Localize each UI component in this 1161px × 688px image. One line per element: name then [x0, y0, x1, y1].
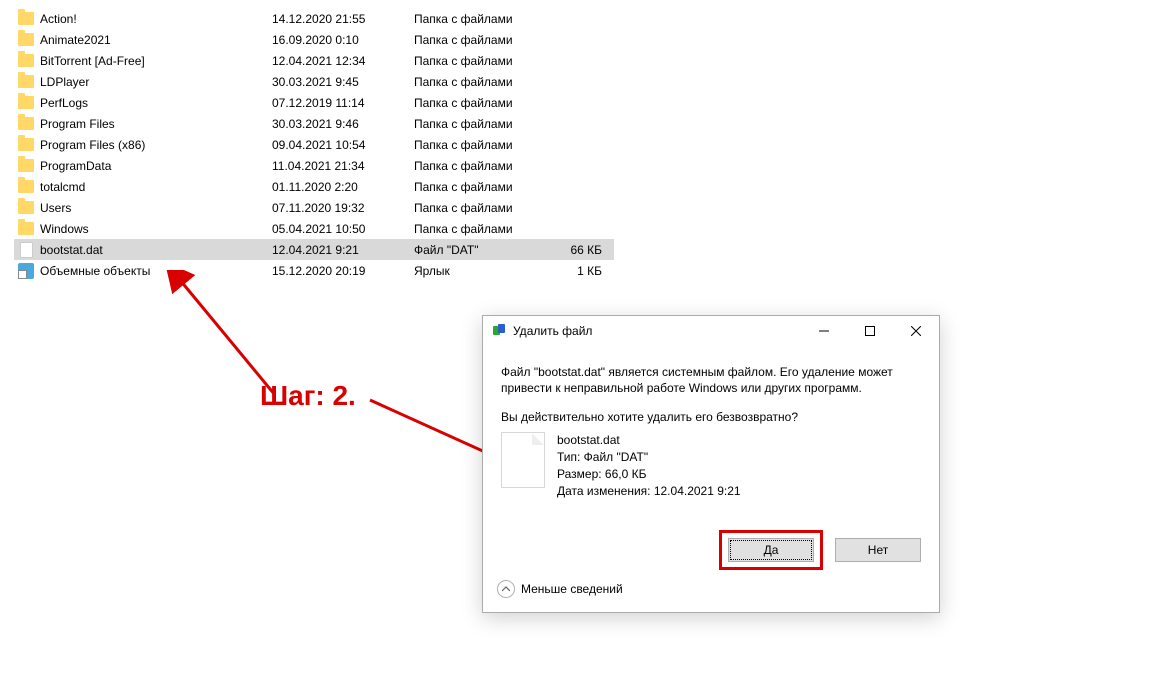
- file-name-cell: ProgramData: [36, 159, 272, 173]
- dialog-titlebar[interactable]: Удалить файл: [483, 316, 939, 346]
- file-type-cell: Папка с файлами: [414, 75, 554, 89]
- file-type-cell: Ярлык: [414, 264, 554, 278]
- file-icon: [20, 242, 33, 258]
- file-row[interactable]: Program Files30.03.2021 9:46Папка с файл…: [14, 113, 614, 134]
- detail-file-date: Дата изменения: 12.04.2021 9:21: [557, 483, 741, 500]
- file-type-cell: Папка с файлами: [414, 180, 554, 194]
- folder-icon: [18, 12, 34, 25]
- file-row[interactable]: BitTorrent [Ad-Free]12.04.2021 12:34Папк…: [14, 50, 614, 71]
- confirm-text: Вы действительно хотите удалить его безв…: [501, 410, 921, 424]
- warning-line1: Файл "bootstat.dat" является системным ф…: [501, 365, 893, 379]
- delete-file-dialog: Удалить файл Файл "bootstat.dat" являетс…: [482, 315, 940, 613]
- minimize-button[interactable]: [801, 316, 847, 346]
- file-date-cell: 11.04.2021 21:34: [272, 159, 414, 173]
- file-date-cell: 30.03.2021 9:46: [272, 117, 414, 131]
- file-type-cell: Папка с файлами: [414, 33, 554, 47]
- file-row[interactable]: Объемные объекты15.12.2020 20:19Ярлык1 К…: [14, 260, 614, 281]
- folder-icon: [18, 33, 34, 46]
- file-name-cell: Windows: [36, 222, 272, 236]
- file-date-cell: 12.04.2021 12:34: [272, 54, 414, 68]
- dialog-body: Файл "bootstat.dat" является системным ф…: [483, 346, 939, 500]
- file-name-cell: LDPlayer: [36, 75, 272, 89]
- highlight-box: Да: [719, 530, 823, 570]
- folder-icon: [18, 75, 34, 88]
- file-type-cell: Папка с файлами: [414, 12, 554, 26]
- shortcut-icon: [18, 263, 34, 279]
- maximize-button[interactable]: [847, 316, 893, 346]
- file-row[interactable]: ProgramData11.04.2021 21:34Папка с файла…: [14, 155, 614, 176]
- folder-icon: [18, 54, 34, 67]
- step-annotation: Шаг: 2.: [260, 380, 356, 412]
- file-size-cell: 1 КБ: [554, 264, 610, 278]
- file-name-cell: totalcmd: [36, 180, 272, 194]
- file-row[interactable]: Program Files (x86)09.04.2021 10:54Папка…: [14, 134, 614, 155]
- file-date-cell: 07.12.2019 11:14: [272, 96, 414, 110]
- file-date-cell: 15.12.2020 20:19: [272, 264, 414, 278]
- file-date-cell: 09.04.2021 10:54: [272, 138, 414, 152]
- file-type-cell: Папка с файлами: [414, 117, 554, 131]
- file-row[interactable]: Animate202116.09.2020 0:10Папка с файлам…: [14, 29, 614, 50]
- file-date-cell: 30.03.2021 9:45: [272, 75, 414, 89]
- dialog-title: Удалить файл: [513, 324, 801, 338]
- file-date-cell: 05.04.2021 10:50: [272, 222, 414, 236]
- file-row[interactable]: LDPlayer30.03.2021 9:45Папка с файлами: [14, 71, 614, 92]
- less-info-toggle[interactable]: Меньше сведений: [497, 580, 623, 598]
- file-date-cell: 12.04.2021 9:21: [272, 243, 414, 257]
- file-detail: bootstat.dat Тип: Файл "DAT" Размер: 66,…: [501, 432, 921, 499]
- file-type-cell: Папка с файлами: [414, 159, 554, 173]
- warning-text: Файл "bootstat.dat" является системным ф…: [501, 364, 921, 396]
- folder-icon: [18, 180, 34, 193]
- file-name-cell: Action!: [36, 12, 272, 26]
- folder-icon: [18, 96, 34, 109]
- file-type-cell: Файл "DAT": [414, 243, 554, 257]
- file-type-cell: Папка с файлами: [414, 138, 554, 152]
- file-name-cell: Program Files: [36, 117, 272, 131]
- file-row[interactable]: Action!14.12.2020 21:55Папка с файлами: [14, 8, 614, 29]
- folder-icon: [18, 159, 34, 172]
- yes-button[interactable]: Да: [728, 538, 814, 562]
- file-row[interactable]: Users07.11.2020 19:32Папка с файлами: [14, 197, 614, 218]
- file-name-cell: Program Files (x86): [36, 138, 272, 152]
- file-name-cell: PerfLogs: [36, 96, 272, 110]
- file-size-cell: 66 КБ: [554, 243, 610, 257]
- dialog-button-row: Да Нет: [719, 530, 921, 570]
- file-name-cell: Объемные объекты: [36, 264, 272, 278]
- folder-icon: [18, 201, 34, 214]
- file-row[interactable]: bootstat.dat12.04.2021 9:21Файл "DAT"66 …: [14, 239, 614, 260]
- detail-file-type: Тип: Файл "DAT": [557, 449, 741, 466]
- file-date-cell: 07.11.2020 19:32: [272, 201, 414, 215]
- file-name-cell: BitTorrent [Ad-Free]: [36, 54, 272, 68]
- dialog-app-icon: [491, 323, 507, 339]
- folder-icon: [18, 117, 34, 130]
- file-type-cell: Папка с файлами: [414, 222, 554, 236]
- file-name-cell: bootstat.dat: [36, 243, 272, 257]
- detail-file-size: Размер: 66,0 КБ: [557, 466, 741, 483]
- less-info-label: Меньше сведений: [521, 582, 623, 596]
- file-type-cell: Папка с файлами: [414, 96, 554, 110]
- file-thumbnail-icon: [501, 432, 545, 488]
- file-list: Action!14.12.2020 21:55Папка с файламиAn…: [14, 8, 614, 281]
- file-row[interactable]: PerfLogs07.12.2019 11:14Папка с файлами: [14, 92, 614, 113]
- file-type-cell: Папка с файлами: [414, 201, 554, 215]
- chevron-up-icon: [497, 580, 515, 598]
- folder-icon: [18, 222, 34, 235]
- file-date-cell: 14.12.2020 21:55: [272, 12, 414, 26]
- close-button[interactable]: [893, 316, 939, 346]
- detail-file-name: bootstat.dat: [557, 432, 741, 449]
- no-button[interactable]: Нет: [835, 538, 921, 562]
- file-name-cell: Animate2021: [36, 33, 272, 47]
- file-date-cell: 01.11.2020 2:20: [272, 180, 414, 194]
- file-row[interactable]: Windows05.04.2021 10:50Папка с файлами: [14, 218, 614, 239]
- folder-icon: [18, 138, 34, 151]
- file-name-cell: Users: [36, 201, 272, 215]
- file-date-cell: 16.09.2020 0:10: [272, 33, 414, 47]
- warning-line2: привести к неправильной работе Windows и…: [501, 381, 862, 395]
- file-type-cell: Папка с файлами: [414, 54, 554, 68]
- file-row[interactable]: totalcmd01.11.2020 2:20Папка с файлами: [14, 176, 614, 197]
